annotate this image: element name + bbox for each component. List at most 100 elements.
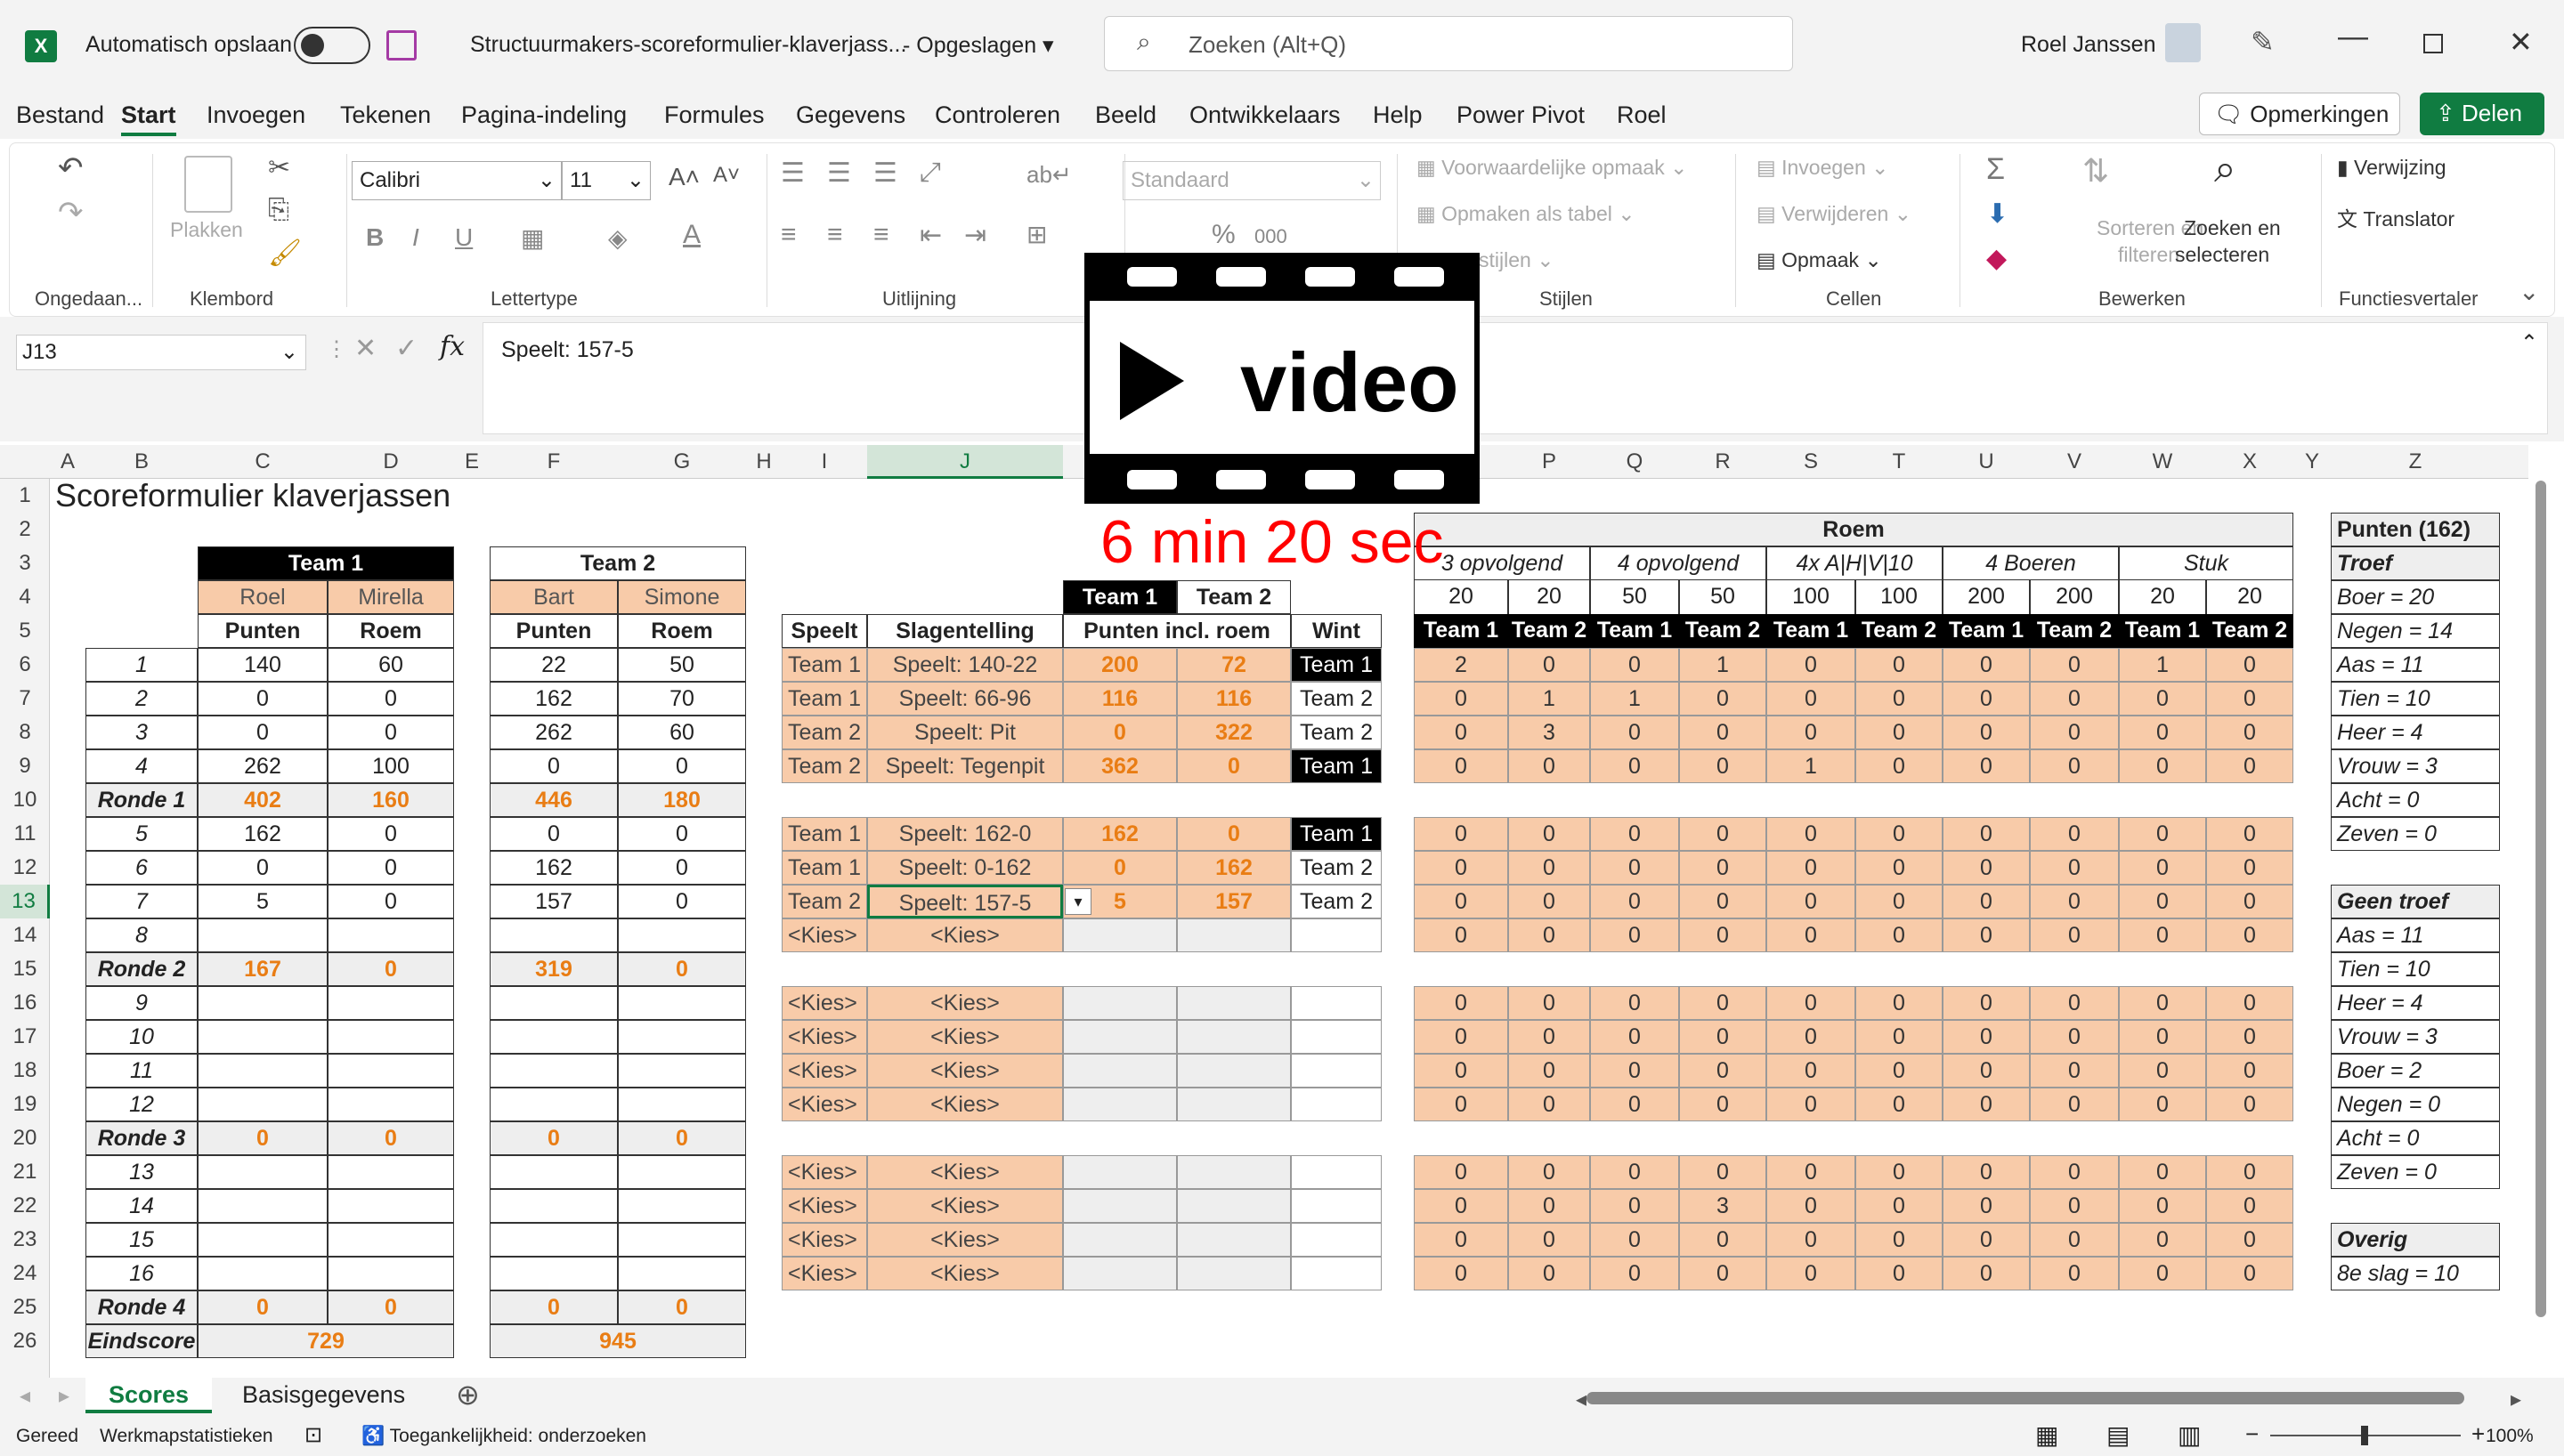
winner-cell[interactable] [1291,1257,1382,1290]
score-value[interactable]: 0 [328,716,454,749]
winner-cell[interactable]: Team 2 [1291,716,1382,749]
roem-count[interactable]: 0 [1855,1054,1943,1088]
score-value[interactable] [490,1054,618,1088]
speelt-cell[interactable]: Team 1 [782,682,867,716]
score-value[interactable]: 70 [618,682,746,716]
score-value[interactable] [490,986,618,1020]
roem-count[interactable]: 0 [2206,1189,2293,1223]
avatar[interactable] [2165,23,2201,62]
game-number[interactable]: 12 [85,1088,198,1121]
roem-count[interactable]: 0 [2030,1257,2119,1290]
roem-count[interactable]: 0 [2206,986,2293,1020]
game-number[interactable]: 15 [85,1223,198,1257]
score-value[interactable]: 0 [490,817,618,851]
wrap-text-icon[interactable]: ab↵ [1026,161,1072,189]
roem-count[interactable]: 0 [1679,817,1766,851]
row-header-6[interactable]: 6 [0,648,50,682]
score-value[interactable]: 22 [490,648,618,682]
align-left-icon[interactable]: ≡ [781,220,797,250]
paste-label[interactable]: Plakken [170,218,243,242]
score-value[interactable] [490,1020,618,1054]
roem-header[interactable]: Roem [618,614,746,648]
points-team1[interactable] [1063,918,1177,952]
team1-header[interactable]: Team 1 [198,546,454,580]
slagentelling-cell[interactable]: <Kies> [867,1189,1063,1223]
points-team2[interactable]: 162 [1177,851,1291,885]
undo-icon[interactable]: ↶ [58,150,84,186]
format-painter-icon[interactable]: 🖌 [268,238,302,269]
points-team1[interactable]: 116 [1063,682,1177,716]
game-number[interactable]: 5 [85,817,198,851]
add-sheet-icon[interactable]: ⊕ [456,1378,480,1412]
column-header-S[interactable]: S [1766,445,1855,479]
punten-header[interactable]: Punten [490,614,618,648]
player-simone[interactable]: Simone [618,580,746,614]
roem-count[interactable]: 0 [1508,851,1590,885]
maximize-icon[interactable] [2423,34,2443,53]
comments-button[interactable]: 🗨 Opmerkingen [2199,93,2400,135]
merge-icon[interactable]: ⊞ [1026,220,1047,249]
roem-count[interactable]: 0 [1679,885,1766,918]
roem-count[interactable]: 0 [1590,851,1679,885]
roem-count[interactable]: 0 [1679,851,1766,885]
winner-cell[interactable] [1291,986,1382,1020]
row-header-4[interactable]: 4 [0,580,50,614]
roem-count[interactable]: 0 [1508,648,1590,682]
row-header-23[interactable]: 23 [0,1223,50,1257]
roem-count[interactable]: 0 [2206,885,2293,918]
vertical-scrollbar[interactable] [2536,481,2546,1317]
points-team2[interactable] [1177,1088,1291,1121]
roem-count[interactable]: 0 [2030,648,2119,682]
cell-styles-button[interactable]: stijlen ⌄ [1479,248,1554,272]
roem-count[interactable]: 1 [1766,749,1855,783]
menu-beeld[interactable]: Beeld [1095,101,1156,129]
speelt-cell[interactable]: <Kies> [782,1189,867,1223]
tab-next-icon[interactable]: ▸ [59,1383,69,1409]
points-team1[interactable] [1063,1189,1177,1223]
delete-cells-button[interactable]: ▤ Verwijderen ⌄ [1757,202,1911,226]
roem-count[interactable]: 2 [1414,648,1508,682]
roem-count[interactable]: 0 [1855,716,1943,749]
format-table-button[interactable]: ▦ Opmaken als tabel ⌄ [1416,202,1635,226]
roem-count[interactable]: 0 [1943,682,2030,716]
roem-count[interactable]: 0 [1679,1257,1766,1290]
column-header-Q[interactable]: Q [1590,445,1679,479]
roem-count[interactable]: 0 [1855,885,1943,918]
roem-count[interactable]: 0 [1414,1223,1508,1257]
row-header-11[interactable]: 11 [0,817,50,851]
roem-count[interactable]: 0 [1590,817,1679,851]
score-value[interactable] [328,986,454,1020]
speelt-cell[interactable]: Team 2 [782,716,867,749]
menu-help[interactable]: Help [1373,101,1423,129]
border-icon[interactable]: ▦ [521,223,544,253]
find-icon[interactable]: ⌕ [2214,147,2236,191]
round-total-value[interactable]: 0 [328,952,454,986]
accessibility-status[interactable]: ♿ Toegankelijkheid: onderzoeken [361,1426,646,1447]
roem-count[interactable]: 0 [1855,1189,1943,1223]
legend-item[interactable]: Tien = 10 [2331,682,2500,716]
score-value[interactable] [618,1054,746,1088]
zoom-level[interactable]: 100% [2486,1426,2534,1447]
speelt-cell[interactable]: Team 1 [782,648,867,682]
roem-count[interactable]: 0 [1590,1020,1679,1054]
roem-count[interactable]: 0 [1766,1257,1855,1290]
game-number[interactable]: 10 [85,1020,198,1054]
column-header-X[interactable]: X [2206,445,2293,479]
score-value[interactable] [618,1155,746,1189]
score-value[interactable] [328,1257,454,1290]
align-right-icon[interactable]: ≡ [873,220,889,250]
round-total-value[interactable]: 0 [328,1121,454,1155]
roem-group-header[interactable]: Stuk [2119,546,2293,580]
sensitivity-button[interactable]: ▮ Verwijzing [2337,156,2446,180]
fill-down-icon[interactable]: ⬇ [1986,198,2008,230]
punten-incl-roem-header[interactable]: Punten incl. roem [1063,614,1291,648]
minimize-icon[interactable]: — [2338,20,2368,54]
roem-count[interactable]: 0 [1508,986,1590,1020]
roem-count[interactable]: 0 [2206,749,2293,783]
slagentelling-cell[interactable]: <Kies> [867,986,1063,1020]
roem-count[interactable]: 0 [1766,1189,1855,1223]
round-total-value[interactable]: 446 [490,783,618,817]
player-bart[interactable]: Bart [490,580,618,614]
roem-count[interactable]: 1 [1679,648,1766,682]
menu-gegevens[interactable]: Gegevens [796,101,905,129]
